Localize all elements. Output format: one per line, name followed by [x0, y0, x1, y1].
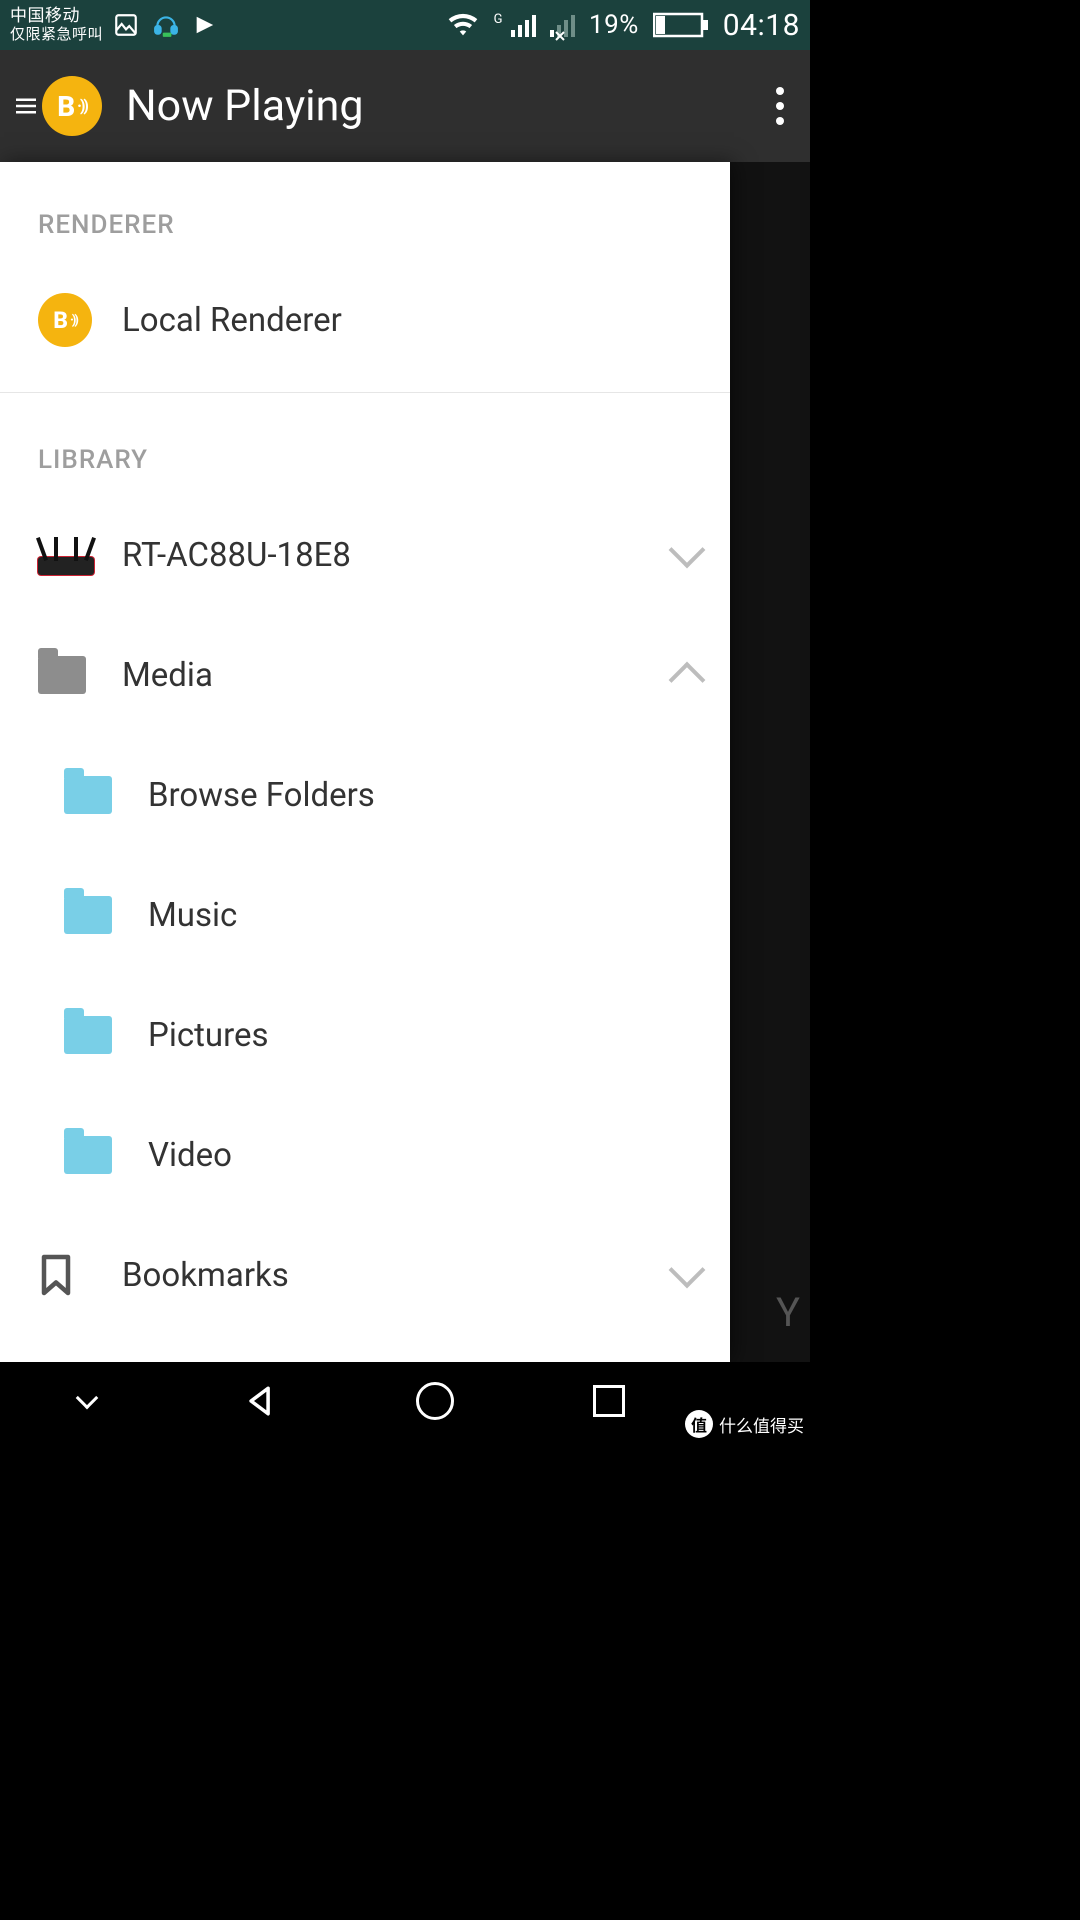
- router-icon: [38, 535, 94, 575]
- section-library-label: LIBRARY: [0, 397, 730, 495]
- battery-icon: [653, 11, 709, 39]
- carrier-label: 中国移动 仅限紧急呼叫: [10, 7, 103, 42]
- watermark-badge: 值: [685, 1410, 713, 1438]
- media-child-label: Video: [148, 1136, 700, 1175]
- nav-back-button[interactable]: [201, 1371, 321, 1431]
- library-item-media[interactable]: Media: [0, 615, 730, 735]
- image-icon: [113, 12, 139, 38]
- action-bar: B·)) Now Playing: [0, 50, 810, 162]
- chevron-down-icon: [669, 532, 706, 569]
- peek-letter: Y: [776, 1289, 800, 1336]
- status-indicators: G 19% 04:18: [446, 8, 800, 43]
- app-logo-icon: B·)): [42, 76, 102, 136]
- media-child-video[interactable]: Video: [0, 1095, 730, 1215]
- chevron-down-icon: [669, 1252, 706, 1289]
- section-renderer-label: RENDERER: [0, 162, 730, 260]
- bookmark-icon: [38, 1252, 74, 1298]
- content-area: Y RENDERER B·)) Local Renderer LIBRARY R…: [0, 162, 810, 1362]
- battery-percent: 19%: [589, 10, 639, 40]
- media-child-pictures[interactable]: Pictures: [0, 975, 730, 1095]
- signal-icon-1: [511, 13, 536, 37]
- carrier-name: 中国移动: [10, 7, 103, 26]
- folder-icon: [38, 656, 86, 694]
- chevron-up-icon: [669, 662, 706, 699]
- notification-icons: [113, 12, 215, 38]
- overflow-menu-button[interactable]: [766, 77, 794, 135]
- headset-icon: [153, 12, 179, 38]
- media-child-label: Music: [148, 896, 700, 935]
- carrier-status: 仅限紧急呼叫: [10, 26, 103, 43]
- media-child-label: Browse Folders: [148, 776, 700, 815]
- renderer-item-label: Local Renderer: [122, 301, 700, 340]
- wifi-icon: [446, 12, 480, 38]
- status-bar: 中国移动 仅限紧急呼叫 G 19% 04:18: [0, 0, 810, 50]
- system-nav-bar: 值 什么值得买: [0, 1362, 810, 1440]
- watermark: 值 什么值得买: [685, 1410, 804, 1438]
- watermark-text: 什么值得买: [719, 1412, 804, 1437]
- library-item-virtual[interactable]: Virtual folders: [0, 1335, 730, 1362]
- folder-icon: [64, 776, 112, 814]
- play-icon: [193, 13, 215, 37]
- media-child-label: Pictures: [148, 1016, 700, 1055]
- nav-home-button[interactable]: [375, 1371, 495, 1431]
- clock: 04:18: [723, 8, 800, 43]
- folder-icon: [64, 1016, 112, 1054]
- signal-icon-2: [550, 13, 575, 37]
- menu-icon[interactable]: [16, 93, 36, 119]
- library-item-label: RT-AC88U-18E8: [122, 536, 674, 575]
- navigation-drawer: RENDERER B·)) Local Renderer LIBRARY RT-…: [0, 162, 730, 1362]
- library-item-bookmarks[interactable]: Bookmarks: [0, 1215, 730, 1335]
- library-item-device[interactable]: RT-AC88U-18E8: [0, 495, 730, 615]
- renderer-icon: B·)): [38, 293, 92, 347]
- folder-icon: [64, 896, 112, 934]
- divider: [0, 392, 730, 393]
- library-item-label: Media: [122, 656, 674, 695]
- media-child-browse[interactable]: Browse Folders: [0, 735, 730, 855]
- renderer-item-local[interactable]: B·)) Local Renderer: [0, 260, 730, 380]
- nav-recent-button[interactable]: [549, 1371, 669, 1431]
- background-underlay[interactable]: Y: [730, 162, 810, 1362]
- library-item-label: Bookmarks: [122, 1256, 674, 1295]
- page-title: Now Playing: [126, 81, 364, 131]
- network-type: G: [494, 12, 503, 27]
- folder-icon: [64, 1136, 112, 1174]
- nav-dropdown-button[interactable]: [27, 1371, 147, 1431]
- media-child-music[interactable]: Music: [0, 855, 730, 975]
